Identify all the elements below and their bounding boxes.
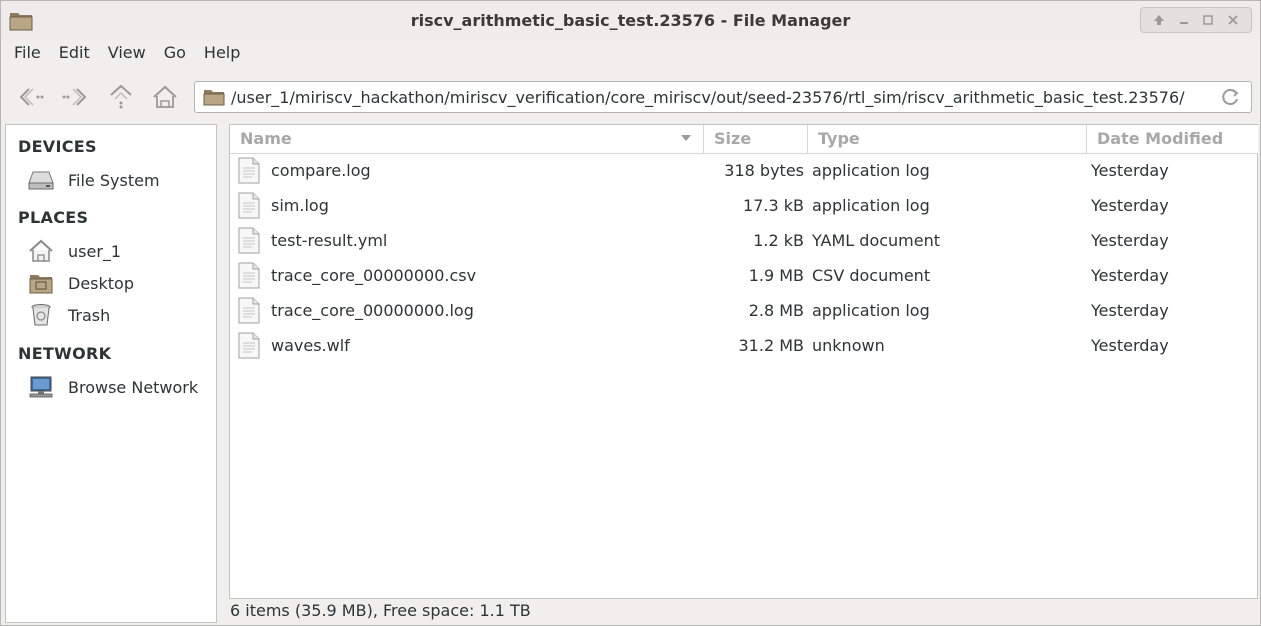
file-name: test-result.yml	[271, 231, 388, 250]
menu-view[interactable]: View	[99, 39, 155, 67]
toolbar: /user_1/miriscv_hackathon/miriscv_verifi…	[1, 69, 1260, 123]
document-icon	[238, 227, 260, 254]
up-button[interactable]	[105, 81, 137, 113]
file-type: YAML document	[812, 231, 941, 250]
back-button[interactable]	[15, 81, 47, 113]
home-icon	[153, 85, 177, 108]
menu-bar: File Edit View Go Help	[1, 39, 1260, 67]
table-row[interactable]: compare.log 318 bytes application log Yeste…	[230, 153, 1257, 188]
sidebar-item-desktop[interactable]: Desktop	[28, 270, 134, 296]
document-icon	[238, 157, 260, 184]
status-bar: 6 items (35.9 MB), Free space: 1.1 TB	[230, 601, 531, 620]
window-controls	[1140, 7, 1252, 33]
forward-button[interactable]	[59, 81, 91, 113]
close-icon[interactable]	[1224, 11, 1242, 29]
sidebar-item-trash[interactable]: Trash	[28, 302, 110, 328]
file-type: application log	[812, 301, 930, 320]
devices-header: DEVICES	[18, 137, 97, 156]
menu-file[interactable]: File	[5, 39, 50, 67]
file-date: Yesterday	[1091, 301, 1169, 320]
file-date: Yesterday	[1091, 161, 1169, 180]
sidebar-item-label: Desktop	[68, 273, 134, 293]
sidebar: DEVICES File System PLACES user_1 Deskto…	[5, 124, 217, 623]
table-row[interactable]: sim.log 17.3 kB application log Yesterday	[230, 188, 1257, 223]
table-row[interactable]: test-result.yml 1.2 kB YAML document Yester…	[230, 223, 1257, 258]
file-manager-window: riscv_arithmetic_basic_test.23576 - File…	[0, 0, 1261, 626]
file-type: CSV document	[812, 266, 931, 285]
desktop-folder-icon	[28, 271, 54, 295]
file-name: waves.wlf	[271, 336, 350, 355]
file-name: compare.log	[271, 161, 371, 180]
file-date: Yesterday	[1091, 266, 1169, 285]
table-row[interactable]: trace_core_00000000.log 2.8 MB application…	[230, 293, 1257, 328]
document-icon	[238, 332, 260, 359]
column-header-label: Name	[240, 129, 292, 148]
home-button[interactable]	[149, 81, 181, 113]
file-type: unknown	[812, 336, 885, 355]
drive-icon	[28, 168, 54, 192]
file-size: 17.3 kB	[743, 196, 804, 215]
up-arrow-icon[interactable]	[1150, 11, 1168, 29]
minimize-icon[interactable]	[1175, 11, 1193, 29]
column-header-type[interactable]: Type	[808, 125, 1087, 154]
sidebar-item-label: user_1	[68, 241, 122, 261]
document-icon	[238, 192, 260, 219]
column-header-name[interactable]: Name	[230, 125, 704, 154]
folder-icon	[203, 90, 225, 106]
file-date: Yesterday	[1091, 336, 1169, 355]
file-size: 318 bytes	[724, 161, 804, 180]
maximize-icon[interactable]	[1199, 11, 1217, 29]
column-header-date[interactable]: Date Modified	[1087, 125, 1258, 154]
sidebar-item-user-1[interactable]: user_1	[28, 238, 121, 264]
file-name: trace_core_00000000.csv	[271, 266, 477, 285]
file-name: trace_core_00000000.log	[271, 301, 474, 320]
window-title: riscv_arithmetic_basic_test.23576 - File…	[410, 11, 851, 30]
document-icon	[238, 262, 260, 289]
title-bar[interactable]: riscv_arithmetic_basic_test.23576 - File…	[1, 1, 1260, 39]
table-row[interactable]: trace_core_00000000.csv 1.9 MB CSV documen…	[230, 258, 1257, 293]
file-type: application log	[812, 161, 930, 180]
menu-help[interactable]: Help	[195, 39, 249, 67]
document-icon	[238, 297, 260, 324]
file-size: 1.2 kB	[753, 231, 804, 250]
menu-go[interactable]: Go	[155, 39, 195, 67]
column-header-size[interactable]: Size	[704, 125, 808, 154]
file-name: sim.log	[271, 196, 329, 215]
path-text[interactable]: /user_1/miriscv_hackathon/miriscv_verifi…	[231, 88, 1185, 107]
path-bar[interactable]: /user_1/miriscv_hackathon/miriscv_verifi…	[194, 81, 1252, 113]
sidebar-item-label: Trash	[68, 305, 111, 325]
table-row[interactable]: waves.wlf 31.2 MB unknown Yesterday	[230, 328, 1257, 363]
parent-folder-icon	[110, 84, 132, 109]
trash-icon	[28, 303, 54, 327]
sidebar-item-file-system[interactable]: File System	[28, 167, 160, 193]
file-date: Yesterday	[1091, 231, 1169, 250]
file-size: 2.8 MB	[748, 301, 804, 320]
menu-edit[interactable]: Edit	[50, 39, 99, 67]
network-header: NETWORK	[18, 344, 112, 363]
network-icon	[28, 375, 54, 399]
file-size: 31.2 MB	[738, 336, 805, 355]
forward-arrow-icon	[62, 88, 87, 106]
sort-down-icon	[681, 135, 691, 141]
file-date: Yesterday	[1091, 196, 1169, 215]
places-header: PLACES	[18, 208, 89, 227]
file-list: Name Size Type Date Modified compare.log…	[229, 124, 1258, 599]
back-arrow-icon	[19, 88, 44, 106]
file-type: application log	[812, 196, 930, 215]
sidebar-item-label: Browse Network	[68, 377, 199, 397]
reload-icon[interactable]	[1221, 87, 1241, 107]
home-icon	[28, 239, 54, 263]
sidebar-item-label: File System	[68, 170, 160, 190]
sidebar-item-browse-network[interactable]: Browse Network	[28, 374, 198, 400]
file-size: 1.9 MB	[748, 266, 804, 285]
